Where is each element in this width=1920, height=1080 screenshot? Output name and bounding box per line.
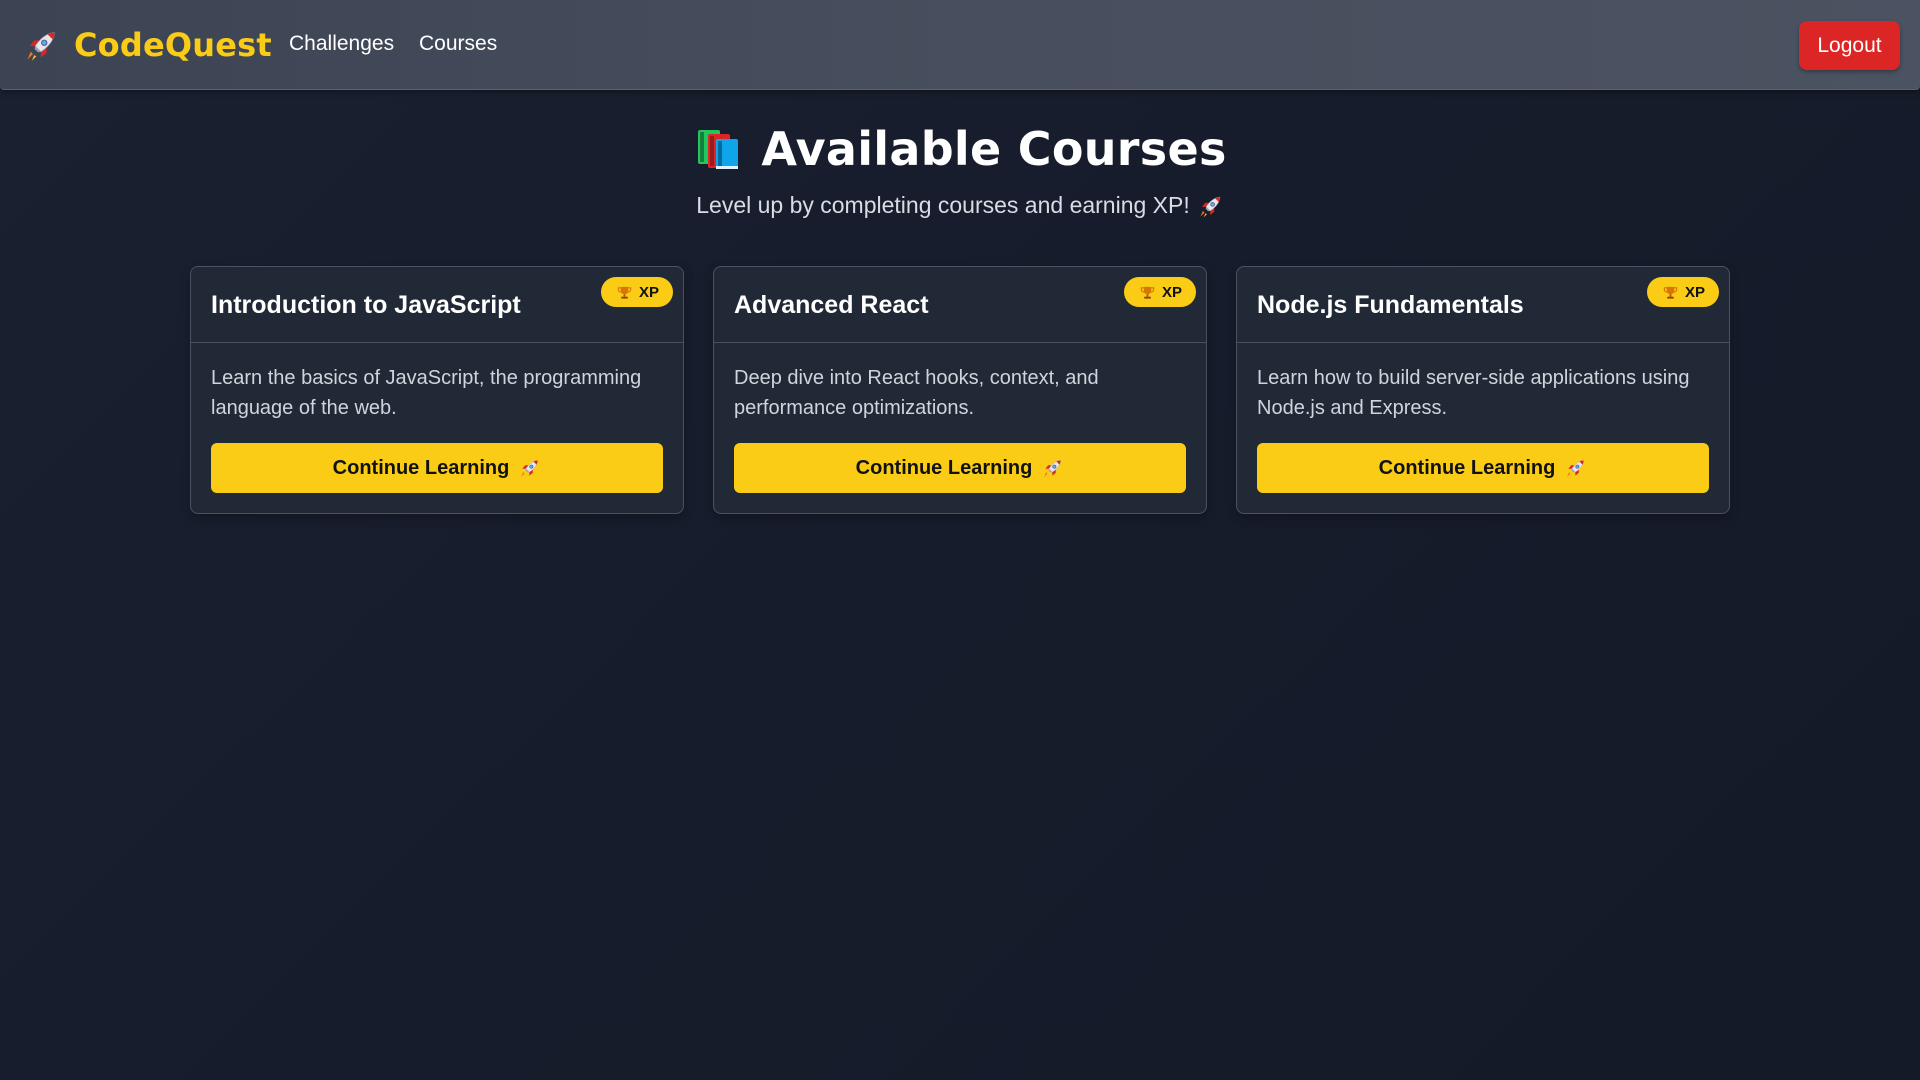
continue-learning-button[interactable]: Continue Learning <box>734 443 1186 493</box>
course-description: Learn how to build server-side applicati… <box>1257 367 1690 419</box>
rocket-icon <box>1042 457 1064 479</box>
course-title: Introduction to JavaScript <box>211 291 521 319</box>
course-card-javascript: Introduction to JavaScript XP Learn the … <box>190 266 684 514</box>
course-card-react: Advanced React XP Deep dive into React h… <box>713 266 1207 514</box>
books-icon <box>698 130 739 169</box>
top-navbar: CodeQuest Challenges Courses Logout <box>0 0 1920 90</box>
brand-logo[interactable]: CodeQuest <box>24 24 272 66</box>
nav-link-courses[interactable]: Courses <box>419 32 497 56</box>
card-header: Introduction to JavaScript XP <box>191 267 683 343</box>
rocket-icon <box>519 457 541 479</box>
card-header: Advanced React XP <box>714 267 1206 343</box>
xp-badge-label: XP <box>1684 283 1705 301</box>
trophy-icon <box>617 285 632 300</box>
course-description: Learn the basics of JavaScript, the prog… <box>211 367 642 419</box>
continue-learning-label: Continue Learning <box>332 456 510 479</box>
continue-learning-label: Continue Learning <box>1378 456 1556 479</box>
course-title: Node.js Fundamentals <box>1257 291 1524 319</box>
title-row: Available Courses <box>0 118 1920 180</box>
page-subtitle: Level up by completing courses and earni… <box>696 192 1190 218</box>
continue-learning-button[interactable]: Continue Learning <box>211 443 663 493</box>
nav-link-challenges[interactable]: Challenges <box>289 32 394 56</box>
logout-button[interactable]: Logout <box>1799 21 1900 70</box>
rocket-icon <box>1198 193 1224 219</box>
trophy-icon <box>1140 285 1155 300</box>
page-header: Available Courses Level up by completing… <box>0 118 1920 219</box>
course-card-nodejs: Node.js Fundamentals XP Learn how to bui… <box>1236 266 1730 514</box>
continue-learning-label: Continue Learning <box>855 456 1033 479</box>
xp-badge-label: XP <box>1161 283 1182 301</box>
continue-learning-button[interactable]: Continue Learning <box>1257 443 1709 493</box>
xp-badge: XP <box>1123 277 1196 307</box>
rocket-icon <box>24 27 60 63</box>
trophy-icon <box>1663 285 1678 300</box>
xp-badge: XP <box>1646 277 1719 307</box>
subtitle-row: Level up by completing courses and earni… <box>0 192 1920 219</box>
card-header: Node.js Fundamentals XP <box>1237 267 1729 343</box>
course-title: Advanced React <box>734 291 929 319</box>
page-title: Available Courses <box>761 122 1227 176</box>
brand-name[interactable]: CodeQuest <box>74 26 272 64</box>
rocket-icon <box>1565 457 1587 479</box>
course-description: Deep dive into React hooks, context, and… <box>734 367 1099 419</box>
xp-badge: XP <box>600 277 673 307</box>
xp-badge-label: XP <box>638 283 659 301</box>
